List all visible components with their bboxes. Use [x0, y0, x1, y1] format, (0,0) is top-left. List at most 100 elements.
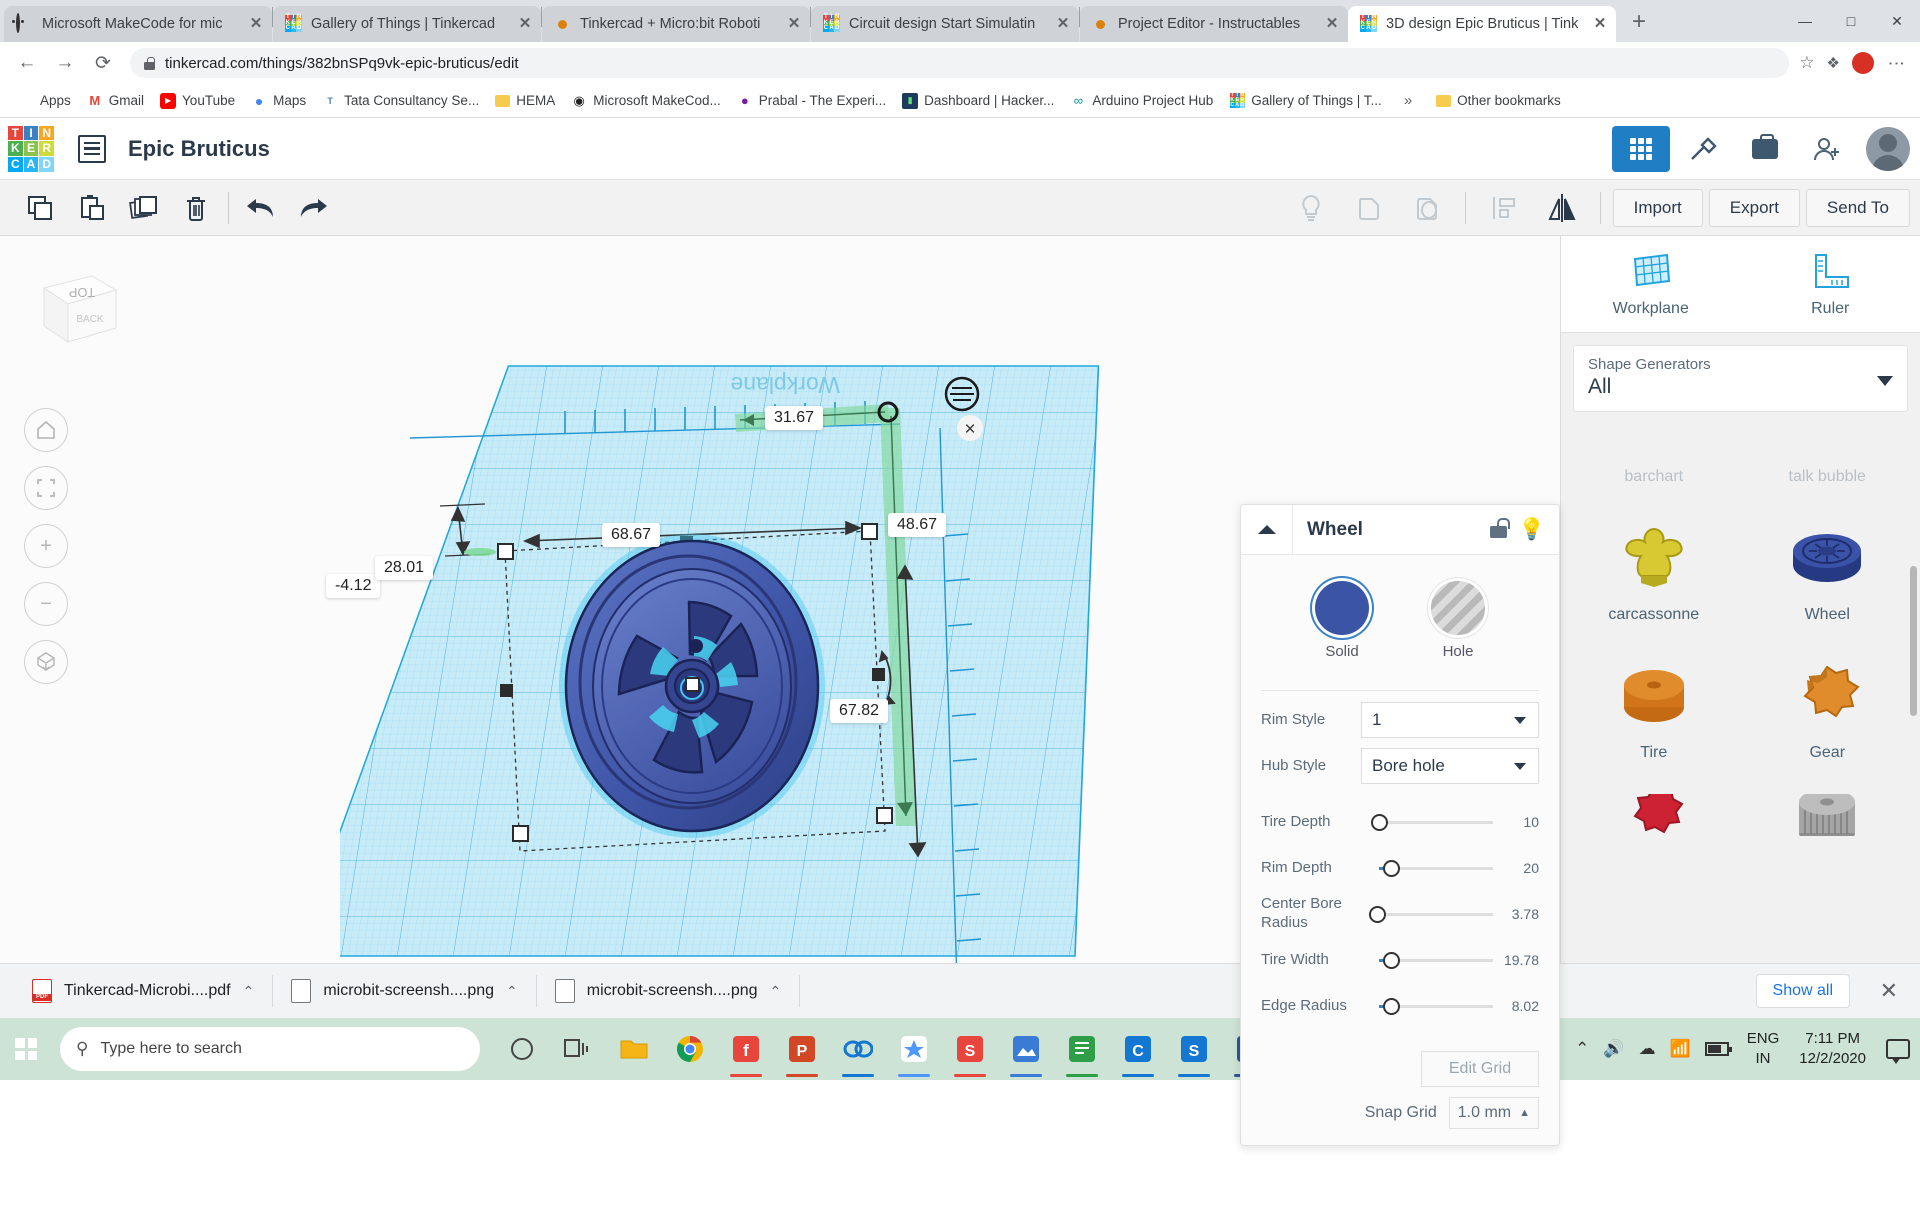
dim-height[interactable]: 67.82 [830, 699, 888, 723]
search-input[interactable]: ⚲ Type here to search [60, 1027, 480, 1071]
bookmarks-overflow-button[interactable]: » [1396, 89, 1420, 112]
paste-icon[interactable] [66, 186, 118, 230]
sublime-icon[interactable]: S [942, 1018, 998, 1080]
slider-knob[interactable] [1383, 952, 1400, 969]
tab-close-icon[interactable]: ✕ [246, 14, 266, 34]
browser-tab[interactable]: Microsoft MakeCode for mic ✕ [4, 6, 272, 42]
notification-icon[interactable] [1886, 1039, 1910, 1059]
bookmark-item[interactable]: Apps [10, 90, 79, 112]
edge-radius-slider[interactable]: 8.02 [1361, 988, 1539, 1024]
solid-shape-icon[interactable] [1343, 186, 1395, 230]
mirror-icon[interactable] [1536, 186, 1588, 230]
import-button[interactable]: Import [1613, 189, 1703, 227]
powerpoint-icon[interactable]: P [774, 1018, 830, 1080]
home-view-button[interactable] [24, 408, 68, 452]
rim-depth-slider[interactable]: 20 [1361, 850, 1539, 886]
workplane-scene[interactable]: Workplane [340, 356, 1220, 963]
tinkercad-logo[interactable]: T I N K E R C A D [8, 126, 54, 172]
cortana-icon[interactable] [494, 1018, 550, 1080]
browser-tab[interactable]: Project Editor - Instructables ✕ [1080, 6, 1348, 42]
tab-close-icon[interactable]: ✕ [1590, 14, 1610, 34]
lightbulb-icon[interactable] [1285, 186, 1337, 230]
dim-offset-y[interactable]: 28.01 [375, 556, 433, 580]
photos-icon[interactable] [998, 1018, 1054, 1080]
shapes-scrollbar-thumb[interactable] [1910, 566, 1917, 716]
tinkercad-icon[interactable] [830, 1018, 886, 1080]
dim-width[interactable]: 68.67 [602, 523, 660, 547]
bookmark-item[interactable]: ◉ Microsoft MakeCod... [563, 90, 729, 112]
bookmark-item[interactable]: ▶ YouTube [152, 90, 243, 112]
language-indicator[interactable]: ENG IN [1747, 1029, 1786, 1070]
user-avatar[interactable] [1866, 127, 1910, 171]
person-plus-icon[interactable] [1798, 126, 1856, 172]
close-window-button[interactable]: ✕ [1874, 0, 1920, 42]
browser-tab-active[interactable]: TIN KER CAD 3D design Epic Bruticus | Ti… [1348, 6, 1616, 42]
slider-knob[interactable] [1383, 998, 1400, 1015]
dim-ruler-vertical[interactable]: 48.67 [888, 513, 946, 537]
collapse-panel-button[interactable] [1241, 505, 1293, 555]
reload-button[interactable]: ⟳ [86, 46, 120, 80]
bookmark-item[interactable]: T Tata Consultancy Se... [314, 90, 487, 112]
solid-mode[interactable]: Solid [1315, 581, 1369, 660]
chevron-up-icon[interactable]: ⌃ [506, 983, 518, 1000]
task-view-icon[interactable] [550, 1018, 606, 1080]
bookmark-item[interactable]: ● Prabal - The Experi... [729, 90, 894, 112]
rim-style-select[interactable]: 1 [1361, 702, 1539, 738]
tire-depth-slider[interactable]: 10 [1361, 804, 1539, 840]
new-tab-button[interactable]: + [1622, 6, 1656, 40]
unlock-icon[interactable] [1490, 518, 1507, 538]
tab-close-icon[interactable]: ✕ [784, 14, 804, 34]
profile-avatar[interactable] [1852, 52, 1874, 74]
file-explorer-icon[interactable] [606, 1018, 662, 1080]
back-button[interactable]: ← [10, 46, 44, 80]
clock[interactable]: 7:11 PM 12/2/2020 [1799, 1029, 1872, 1070]
notepad-icon[interactable] [1054, 1018, 1110, 1080]
shape-red-gear[interactable] [1567, 780, 1741, 844]
minimize-button[interactable]: — [1782, 0, 1828, 42]
shape-tire[interactable]: Tire [1567, 642, 1741, 780]
shape-generators-select[interactable]: Shape Generators All [1573, 345, 1908, 412]
center-bore-radius-slider[interactable]: 3.78 [1361, 896, 1539, 932]
hammer-icon[interactable] [1674, 126, 1732, 172]
bookmark-item[interactable]: HEMA [487, 90, 563, 111]
shape-wheel[interactable]: Wheel [1741, 504, 1915, 642]
chrome-icon[interactable] [662, 1018, 718, 1080]
bookmark-item[interactable]: ∞ Arduino Project Hub [1062, 90, 1221, 112]
send-to-button[interactable]: Send To [1806, 189, 1910, 227]
duplicate-icon[interactable] [118, 186, 170, 230]
bookmark-item[interactable]: ▮ Dashboard | Hacker... [894, 90, 1062, 112]
collapse-shapes-panel-button[interactable]: ❯ [1560, 536, 1561, 594]
dim-offset-x[interactable]: -4.12 [326, 574, 380, 598]
tab-close-icon[interactable]: ✕ [1053, 14, 1073, 34]
slider-knob[interactable] [1383, 860, 1400, 877]
ruler-tool[interactable]: Ruler [1741, 236, 1920, 332]
view-cube[interactable]: TOP BACK [30, 268, 122, 356]
hole-shape-icon[interactable] [1401, 186, 1453, 230]
export-button[interactable]: Export [1709, 189, 1800, 227]
bookmark-item[interactable]: TIN KER CAD Gallery of Things | T... [1221, 90, 1390, 112]
extensions-puzzle-icon[interactable]: ❖ [1827, 54, 1840, 72]
shape-gear[interactable]: Gear [1741, 642, 1915, 780]
download-item[interactable]: Tinkercad-Microbi....pdf ⌃ [14, 972, 272, 1010]
onedrive-icon[interactable]: ☁ [1639, 1039, 1656, 1059]
slider-knob[interactable] [1371, 814, 1388, 831]
shape-carcassonne[interactable]: carcassonne [1567, 504, 1741, 642]
address-bar[interactable]: tinkercad.com/things/382bnSPq9vk-epic-br… [130, 48, 1789, 78]
shape-talk-bubble[interactable]: talk bubble [1741, 424, 1915, 504]
tab-close-icon[interactable]: ✕ [1322, 14, 1342, 34]
scratch-icon[interactable] [886, 1018, 942, 1080]
show-all-downloads-button[interactable]: Show all [1756, 974, 1850, 1008]
lightbulb-icon[interactable]: 💡 [1519, 518, 1545, 542]
shape-grey-gear[interactable] [1741, 780, 1915, 844]
zoom-in-button[interactable]: + [24, 524, 68, 568]
copy-icon[interactable] [14, 186, 66, 230]
undo-arrow-icon[interactable] [235, 186, 287, 230]
design-title[interactable]: Epic Bruticus [128, 136, 270, 162]
browser-tab[interactable]: Tinkercad + Micro:bit Roboti ✕ [542, 6, 810, 42]
browser-tab[interactable]: TIN KER CAD Gallery of Things | Tinkerca… [273, 6, 541, 42]
chrome-menu-icon[interactable]: ⋮ [1886, 55, 1906, 72]
redo-arrow-icon[interactable] [287, 186, 339, 230]
bookmark-star-icon[interactable]: ☆ [1799, 53, 1814, 73]
grid-view-icon[interactable] [1612, 126, 1670, 172]
dim-ruler-horizontal[interactable]: 31.67 [765, 406, 823, 430]
